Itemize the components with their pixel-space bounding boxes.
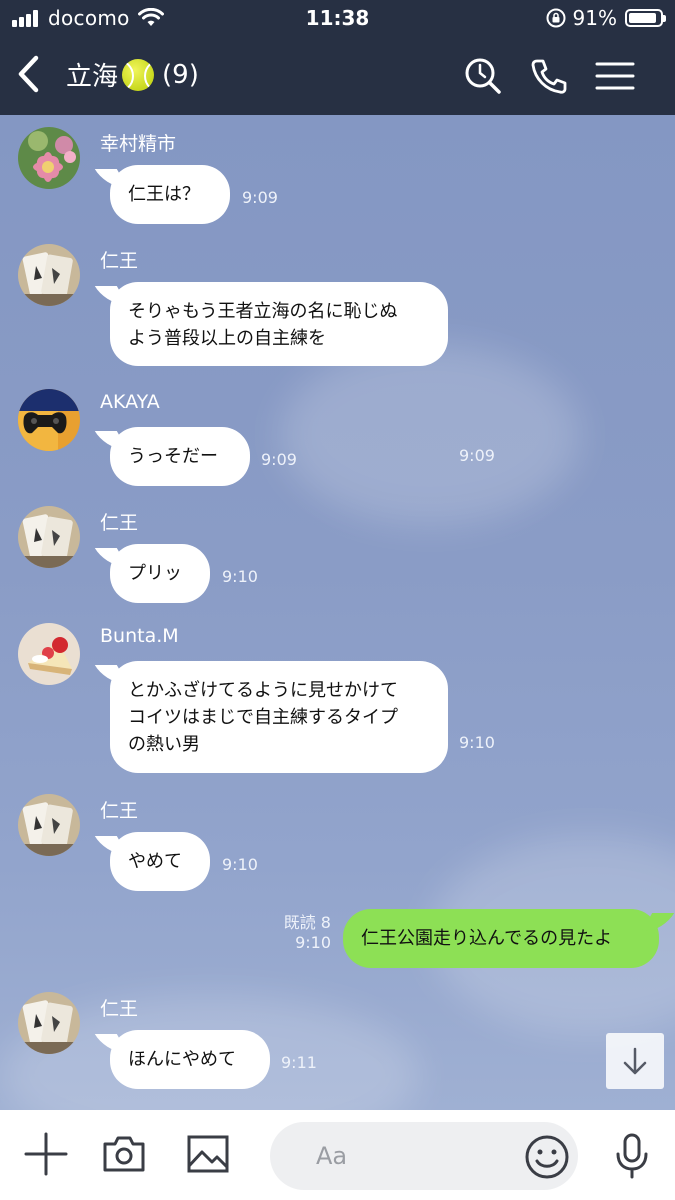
menu-icon[interactable]	[595, 56, 635, 96]
chat-message: AKAYA うっそだー 9:09	[0, 377, 675, 493]
nav-bar: 立海 (9)	[0, 40, 675, 115]
message-bubble[interactable]: うっそだー	[110, 427, 250, 486]
search-icon[interactable]	[463, 56, 503, 96]
chat-message: 仁王 そりゃもう王者立海の名に恥じぬ よう普段以上の自主練を 9:09	[0, 232, 675, 465]
emoji-icon[interactable]	[524, 1134, 570, 1180]
message-bubble[interactable]: そりゃもう王者立海の名に恥じぬ よう普段以上の自主練を	[110, 282, 448, 366]
controller-avatar[interactable]	[18, 389, 80, 451]
message-time: 9:10	[459, 733, 495, 752]
message-bubble[interactable]: とかふざけてるように見せかけて コイツはまじで自主練するタイプ の熱い男	[110, 661, 448, 773]
chat-area[interactable]: 幸村精市 仁王は？ 9:09 仁王 そりゃもう王者立海の名に恥じぬ よう普段以上…	[0, 115, 675, 1110]
message-bubble[interactable]: ほんにやめて	[110, 1030, 270, 1089]
tennis-ball-icon	[122, 58, 155, 91]
card-avatar[interactable]	[18, 506, 80, 568]
sender-name: 仁王	[100, 512, 139, 534]
chat-message: 仁王 やめて 9:10	[0, 782, 675, 898]
message-text-line: の熱い男	[128, 734, 200, 755]
sender-name: AKAYA	[100, 391, 160, 413]
chat-header: docomo 11:38 91% 立海 (9)	[0, 0, 675, 115]
message-bubble[interactable]: やめて	[110, 832, 210, 891]
chat-title: 立海 (9)	[66, 56, 199, 93]
image-icon[interactable]	[186, 1132, 230, 1176]
message-text: やめて	[128, 851, 182, 872]
battery-percentage: 91%	[572, 6, 617, 30]
message-text: プリッ	[128, 563, 182, 584]
message-time: 9:09	[261, 450, 297, 469]
message-bubble[interactable]: 仁王は？	[110, 165, 230, 224]
flower-avatar[interactable]	[18, 127, 80, 189]
camera-icon[interactable]	[102, 1132, 146, 1176]
chat-message: 仁王 ほんにやめて 9:11	[0, 980, 675, 1096]
scroll-to-bottom-button[interactable]	[606, 1033, 664, 1089]
card-avatar[interactable]	[18, 992, 80, 1054]
read-receipt: 既読 8	[283, 913, 331, 932]
message-text-line: とかふざけてるように見せかけて	[128, 680, 398, 701]
message-text-line: よう普段以上の自主練を	[128, 328, 326, 349]
sender-name: 幸村精市	[100, 133, 177, 155]
message-text: うっそだー	[128, 446, 218, 467]
orientation-lock-icon	[546, 8, 566, 28]
message-text-line: そりゃもう王者立海の名に恥じぬ	[128, 301, 398, 322]
chat-message: 仁王 プリッ 9:10	[0, 494, 675, 610]
message-bubble[interactable]: 仁王公園走り込んでるの見たよ	[343, 909, 659, 968]
sender-name: 仁王	[100, 250, 139, 272]
plus-icon[interactable]	[24, 1132, 68, 1176]
cake-avatar[interactable]	[18, 623, 80, 685]
battery-icon	[625, 9, 666, 27]
message-time: 9:10	[295, 933, 331, 952]
message-bubble[interactable]: プリッ	[110, 544, 210, 603]
card-avatar[interactable]	[18, 794, 80, 856]
sender-name: 仁王	[100, 998, 139, 1020]
message-time: 9:10	[222, 855, 258, 874]
my-message: 既読 8 9:10 仁王公園走り込んでるの見たよ	[0, 899, 675, 985]
chat-message: 幸村精市 仁王は？ 9:09	[0, 115, 675, 231]
microphone-icon[interactable]	[612, 1132, 652, 1180]
message-time: 9:11	[281, 1053, 317, 1072]
message-text: 仁王は？	[128, 184, 200, 205]
chat-message: Bunta.M とかふざけてるように見せかけて コイツはまじで自主練するタイプ …	[0, 611, 675, 781]
group-name: 立海	[66, 62, 119, 92]
status-bar: docomo 11:38 91%	[0, 0, 675, 38]
sender-name: 仁王	[100, 800, 139, 822]
arrow-down-icon	[623, 1047, 647, 1075]
back-button[interactable]	[12, 54, 46, 94]
call-icon[interactable]	[529, 56, 569, 96]
message-text: ほんにやめて	[128, 1049, 236, 1070]
message-text-line: コイツはまじで自主練するタイプ	[128, 707, 398, 728]
member-count: (9)	[162, 59, 199, 90]
message-time: 9:09	[242, 188, 278, 207]
card-avatar[interactable]	[18, 244, 80, 306]
message-input-bar	[0, 1110, 675, 1200]
message-time: 9:10	[222, 567, 258, 586]
sender-name: Bunta.M	[100, 625, 179, 647]
message-text: 仁王公園走り込んでるの見たよ	[361, 928, 613, 949]
battery-fill	[629, 13, 657, 23]
